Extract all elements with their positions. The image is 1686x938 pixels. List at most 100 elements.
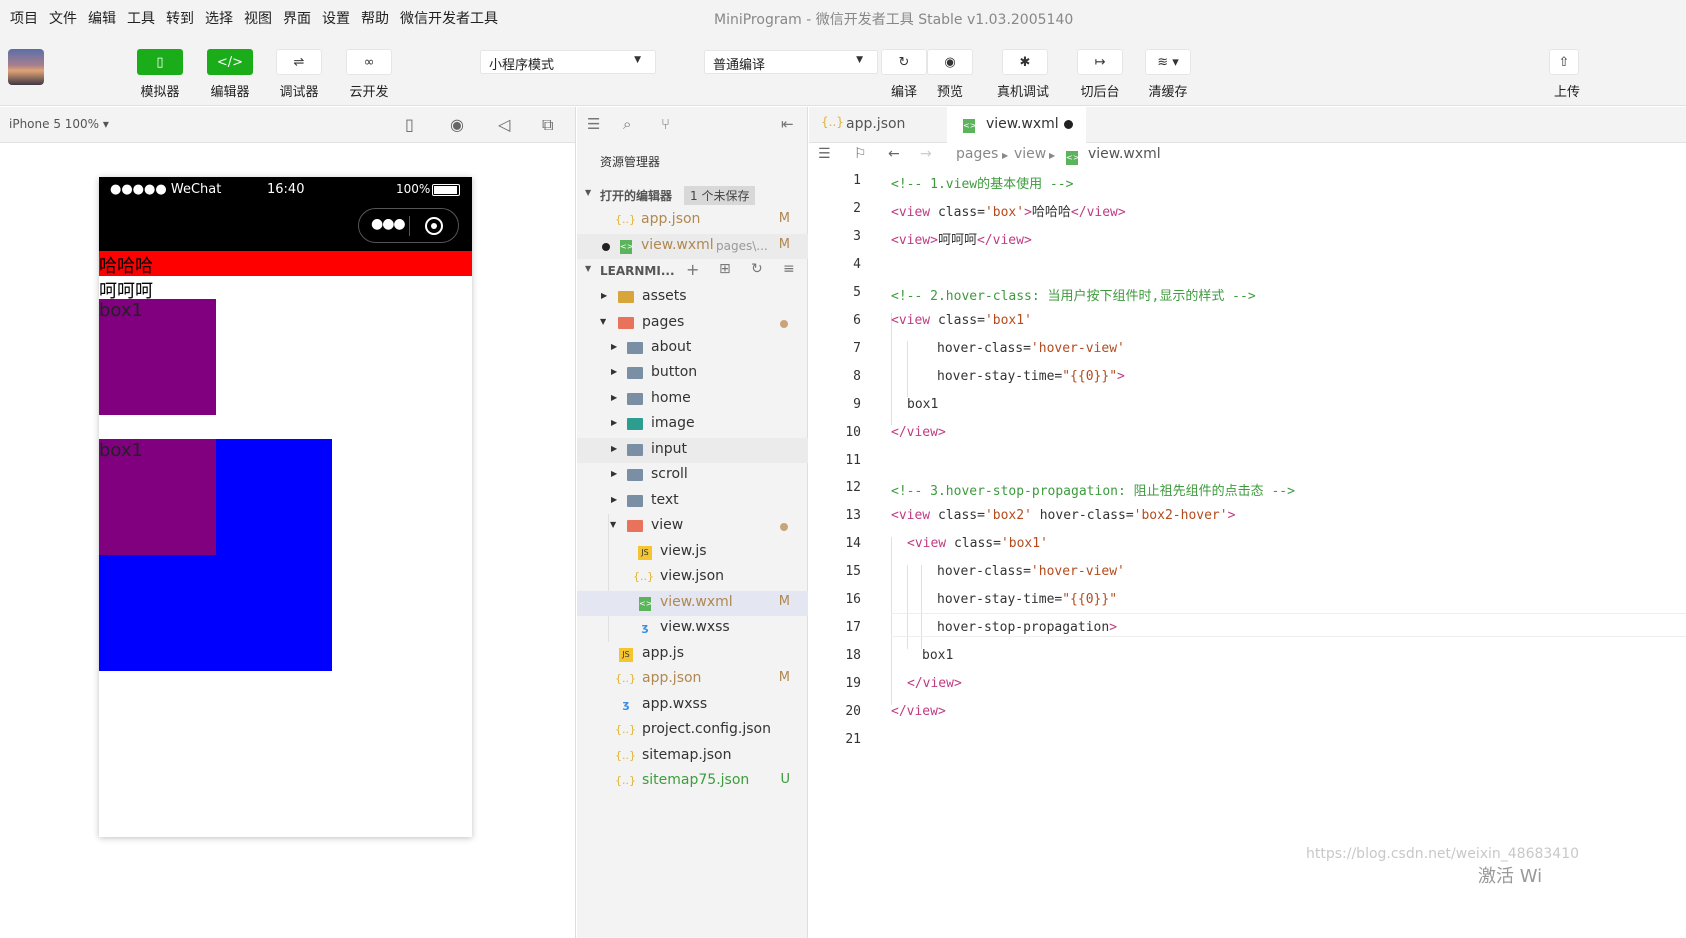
open-file-view-wxml[interactable]: <> view.wxml pages\... M (577, 234, 808, 259)
signal-text: ●●●●● WeChat (110, 182, 222, 197)
tree-item-sitemap75[interactable]: {..} sitemap75.json U (577, 769, 808, 794)
box-red[interactable] (99, 251, 472, 276)
tree-item-view-wxml[interactable]: <> view.wxml M (577, 591, 808, 616)
simulator-button[interactable]: ▯ 模拟器 (136, 49, 184, 100)
avatar[interactable] (8, 49, 44, 85)
wxml-file-icon: <> (637, 595, 653, 611)
project-header[interactable]: ▼ LEARNMI... + ⊞ ↻ ≡ (577, 259, 808, 284)
forward-arrow-icon[interactable]: → (920, 146, 932, 162)
preview-button[interactable]: ◉ 预览 (926, 49, 974, 100)
battery-percent: 100% (396, 182, 431, 196)
open-editors-header[interactable]: ▼ 打开的编辑器 1 个未保存 (577, 183, 808, 208)
background-button[interactable]: ↦ 切后台 (1076, 49, 1124, 100)
outline-icon[interactable]: ☰ (818, 146, 831, 162)
mode-select-value: 小程序模式 (489, 58, 555, 73)
open-file-app-json[interactable]: {..} app.json M (577, 208, 808, 233)
chevron-right-icon: ▶ (611, 342, 618, 351)
compile-button[interactable]: ↻ 编译 (880, 49, 928, 100)
tree-item-view[interactable]: ▼ view (577, 514, 808, 539)
code-editor[interactable]: 1 <!-- 1.view的基本使用 --> 2 <view class='box'>… (809, 169, 1686, 938)
tree-item-pages[interactable]: ▼ pages (577, 311, 808, 336)
volume-icon[interactable]: ◁ (498, 115, 510, 134)
tree-item-home[interactable]: ▶ home (577, 387, 808, 412)
tab-view-wxml[interactable]: <> view.wxml (947, 107, 1086, 143)
editor-button[interactable]: </> 编辑器 (206, 49, 254, 100)
tree-item-label: view (651, 517, 684, 533)
folder-icon (627, 467, 643, 483)
device-select[interactable]: iPhone 5 100% ▾ (9, 117, 109, 131)
menu-item-file[interactable]: 文件 (49, 8, 77, 28)
line-number: 13 (845, 508, 861, 524)
debugger-button[interactable]: ⇌ 调试器 (275, 49, 323, 100)
breadcrumb-file[interactable]: view.wxml (1088, 146, 1161, 162)
tab-app-json[interactable]: {..} app.json (809, 107, 947, 143)
menu-item-interface[interactable]: 界面 (283, 8, 311, 28)
collapse-all-icon[interactable]: ≡ (783, 261, 795, 277)
box2-blue[interactable]: box1 (99, 439, 332, 671)
menu-item-view[interactable]: 视图 (244, 8, 272, 28)
window-icon[interactable]: ⧉ (542, 115, 553, 135)
search-icon[interactable]: ⌕ (623, 115, 631, 133)
line-number: 15 (845, 564, 861, 580)
list-icon[interactable]: ☰ (587, 115, 600, 133)
more-dots-icon[interactable]: ●●● (371, 216, 406, 232)
breadcrumb-pages[interactable]: pages (956, 146, 998, 162)
tree-item-project-config[interactable]: {..} project.config.json (577, 718, 808, 743)
unsaved-dot-icon[interactable] (1064, 120, 1073, 129)
chevron-down-icon: ▼ (585, 264, 592, 273)
menu-item-edit[interactable]: 编辑 (88, 8, 116, 28)
box1-nested-purple[interactable]: box1 (99, 439, 216, 555)
menu-item-goto[interactable]: 转到 (166, 8, 194, 28)
modified-badge: M (778, 594, 790, 609)
tree-item-image[interactable]: ▶ image (577, 412, 808, 437)
breadcrumb-view[interactable]: view (1014, 146, 1046, 162)
tree-item-label: view.wxss (660, 619, 730, 635)
tree-item-app-js[interactable]: JS app.js (577, 642, 808, 667)
menu-item-project[interactable]: 项目 (10, 8, 38, 28)
tree-item-app-wxss[interactable]: ʒ app.wxss (577, 693, 808, 718)
code-line: <!-- 3.hover-stop-propagation: 阻止祖先组件的点击… (891, 484, 1295, 500)
menu-item-help[interactable]: 帮助 (361, 8, 389, 28)
tree-item-view-json[interactable]: {..} view.json (577, 565, 808, 590)
tree-item-text[interactable]: ▶ text (577, 489, 808, 514)
tree-item-label: button (651, 364, 698, 380)
clear-cache-button[interactable]: ≋ ▾ 清缓存 (1144, 49, 1192, 100)
collapse-panel-icon[interactable]: ⇤ (781, 115, 794, 133)
menu-item-settings[interactable]: 设置 (322, 8, 350, 28)
branch-icon[interactable]: ⑂ (661, 115, 670, 133)
tree-item-button[interactable]: ▶ button (577, 361, 808, 386)
tree-item-input[interactable]: ▶ input (577, 438, 808, 463)
back-arrow-icon[interactable]: ← (888, 146, 900, 162)
refresh-icon[interactable]: ↻ (751, 261, 763, 277)
code-line: hover-stay-time="{{0}}"> (937, 368, 1125, 384)
bookmark-icon[interactable]: ⚐ (854, 146, 867, 162)
new-file-icon[interactable]: + (686, 260, 699, 279)
real-debug-button[interactable]: ✱ 真机调试 (997, 49, 1050, 100)
close-circle-icon[interactable] (425, 217, 443, 235)
json-file-icon: {..} (615, 774, 636, 787)
upload-button[interactable]: ⇧ 上传 (1544, 49, 1584, 100)
cloud-button[interactable]: ∞ 云开发 (345, 49, 393, 100)
tree-item-view-js[interactable]: JS view.js (577, 540, 808, 565)
tree-item-view-wxss[interactable]: ʒ view.wxss (577, 616, 808, 641)
tree-item-scroll[interactable]: ▶ scroll (577, 463, 808, 488)
json-file-icon: {..} (821, 115, 844, 129)
phone-rotate-icon[interactable]: ▯ (405, 115, 414, 134)
tree-item-app-json[interactable]: {..} app.json M (577, 667, 808, 692)
capsule-menu[interactable]: ●●● (358, 208, 459, 243)
compile-mode-select[interactable]: 普通编译 ▼ (704, 50, 878, 74)
chevron-right-icon: ▶ (601, 291, 608, 300)
menu-item-tools[interactable]: 工具 (127, 8, 155, 28)
background-label: 切后台 (1080, 85, 1120, 100)
line-number: 6 (853, 312, 861, 328)
menu-item-wechat-devtools[interactable]: 微信开发者工具 (400, 8, 498, 28)
editor-label: 编辑器 (210, 85, 250, 100)
menu-item-select[interactable]: 选择 (205, 8, 233, 28)
tree-item-assets[interactable]: ▶ assets (577, 285, 808, 310)
tree-item-sitemap[interactable]: {..} sitemap.json (577, 744, 808, 769)
record-icon[interactable]: ◉ (450, 115, 464, 134)
box1-purple[interactable]: box1 (99, 299, 216, 415)
new-folder-icon[interactable]: ⊞ (719, 261, 731, 277)
tree-item-about[interactable]: ▶ about (577, 336, 808, 361)
mode-select[interactable]: 小程序模式 ▼ (480, 50, 656, 74)
